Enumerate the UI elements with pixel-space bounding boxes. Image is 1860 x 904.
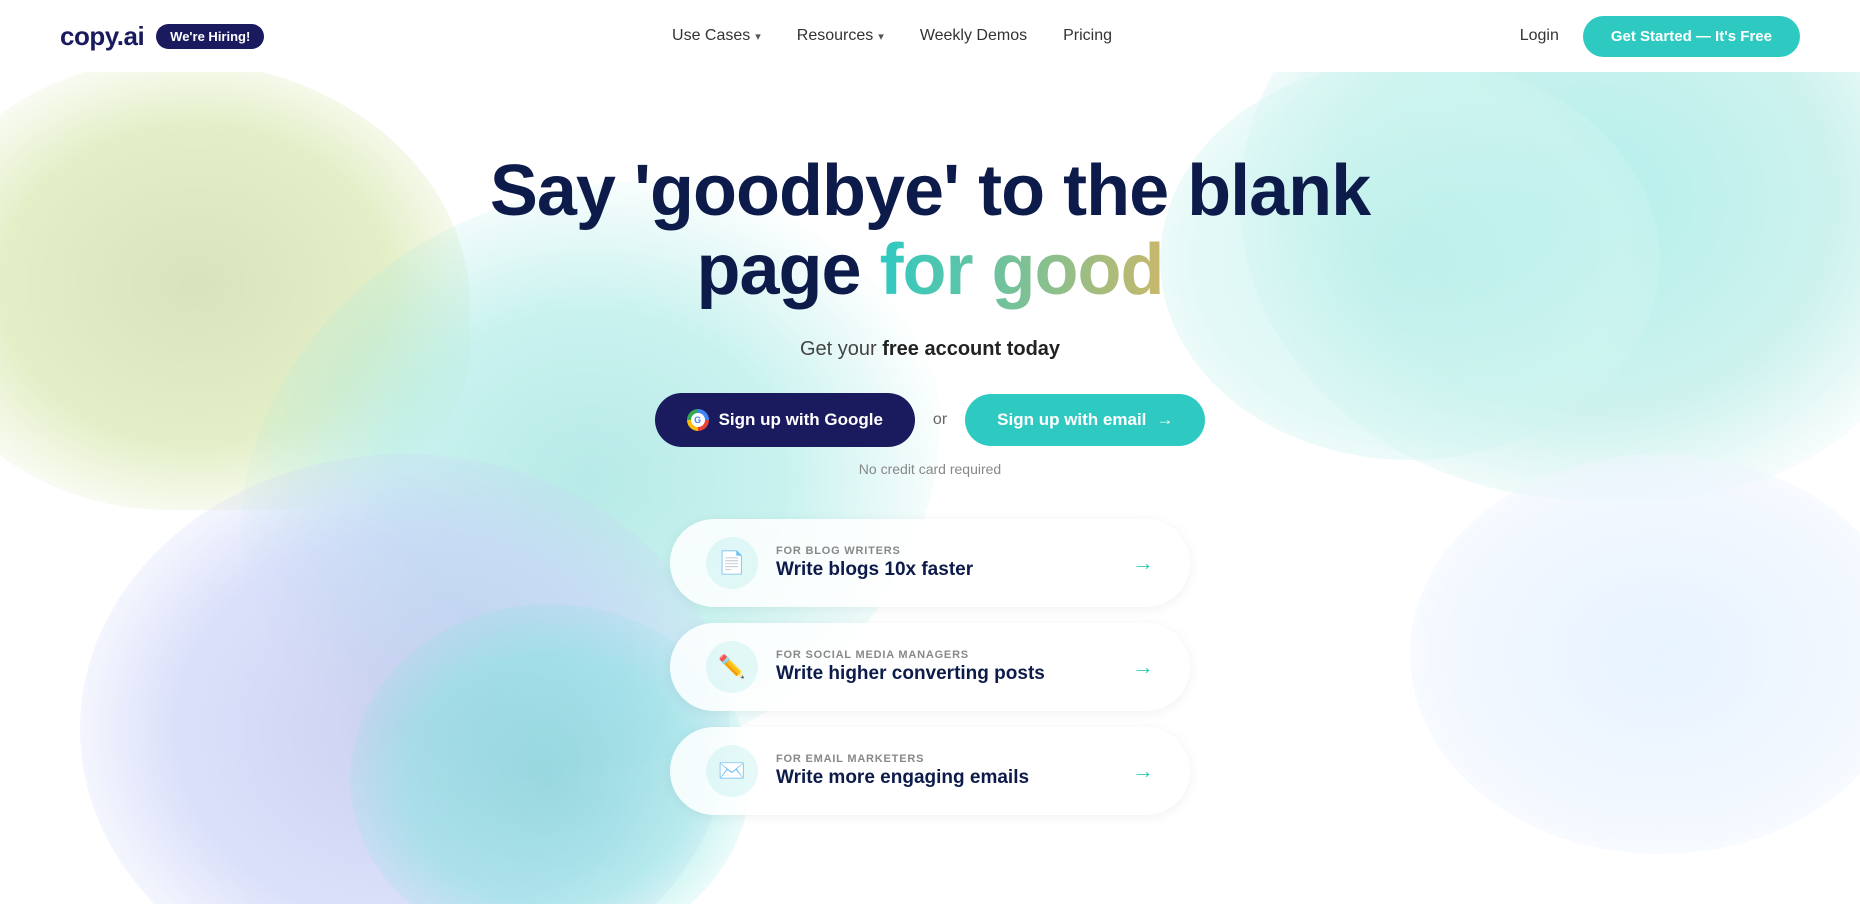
card-left: ✉️ FOR EMAIL MARKETERS Write more engagi…: [706, 745, 1029, 797]
card-email-text: FOR EMAIL MARKETERS Write more engaging …: [776, 753, 1029, 789]
card-social-label: FOR SOCIAL MEDIA MANAGERS: [776, 649, 1045, 661]
card-email-label: FOR EMAIL MARKETERS: [776, 753, 1029, 765]
nav-resources[interactable]: Resources ▾: [797, 27, 884, 45]
card-blog-arrow: →: [1132, 550, 1154, 576]
or-divider: or: [933, 411, 947, 429]
get-started-button[interactable]: Get Started — It's Free: [1583, 16, 1800, 57]
no-credit-text: No credit card required: [859, 461, 1001, 477]
card-blog-text: FOR BLOG WRITERS Write blogs 10x faster: [776, 545, 973, 581]
nav-pricing-label: Pricing: [1063, 27, 1112, 45]
card-left: ✏️ FOR SOCIAL MEDIA MANAGERS Write highe…: [706, 641, 1045, 693]
hero-subtitle: Get your free account today: [800, 338, 1060, 361]
card-left: 📄 FOR BLOG WRITERS Write blogs 10x faste…: [706, 537, 973, 589]
nav-right: Login Get Started — It's Free: [1520, 16, 1800, 57]
chevron-down-icon: ▾: [878, 30, 884, 43]
signup-email-button[interactable]: Sign up with email →: [965, 394, 1205, 446]
hero-title: Say 'goodbye' to the blank page for good: [490, 152, 1370, 310]
hiring-badge[interactable]: We're Hiring!: [156, 24, 264, 49]
nav-weekly-demos[interactable]: Weekly Demos: [920, 27, 1027, 45]
card-email-title: Write more engaging emails: [776, 767, 1029, 789]
blog-icon: 📄: [718, 550, 745, 576]
main-content: Say 'goodbye' to the blank page for good…: [0, 72, 1860, 815]
nav-use-cases-label: Use Cases: [672, 27, 750, 45]
subtitle-bold-text: free account today: [882, 338, 1060, 360]
signup-email-label: Sign up with email: [997, 410, 1146, 430]
nav-resources-label: Resources: [797, 27, 873, 45]
card-social-icon-wrap: ✏️: [706, 641, 758, 693]
cta-row: G Sign up with Google or Sign up with em…: [655, 393, 1206, 447]
card-blog-label: FOR BLOG WRITERS: [776, 545, 973, 557]
nav-use-cases[interactable]: Use Cases ▾: [672, 27, 761, 45]
signup-google-button[interactable]: G Sign up with Google: [655, 393, 915, 447]
card-email-marketers[interactable]: ✉️ FOR EMAIL MARKETERS Write more engagi…: [670, 727, 1190, 815]
card-email-icon-wrap: ✉️: [706, 745, 758, 797]
card-blog-writers[interactable]: 📄 FOR BLOG WRITERS Write blogs 10x faste…: [670, 519, 1190, 607]
card-email-arrow: →: [1132, 758, 1154, 784]
navbar: copy.ai We're Hiring! Use Cases ▾ Resour…: [0, 0, 1860, 72]
subtitle-pre-text: Get your: [800, 338, 882, 360]
hero-title-highlight: for good: [880, 230, 1164, 310]
login-button[interactable]: Login: [1520, 27, 1559, 45]
email-icon: ✉️: [718, 758, 745, 784]
hero-title-line2-start: page: [697, 230, 880, 310]
nav-left: copy.ai We're Hiring!: [60, 21, 264, 52]
signup-google-label: Sign up with Google: [719, 410, 883, 430]
card-social-media[interactable]: ✏️ FOR SOCIAL MEDIA MANAGERS Write highe…: [670, 623, 1190, 711]
card-blog-title: Write blogs 10x faster: [776, 559, 973, 581]
card-social-text: FOR SOCIAL MEDIA MANAGERS Write higher c…: [776, 649, 1045, 685]
social-icon: ✏️: [718, 654, 745, 680]
nav-pricing[interactable]: Pricing: [1063, 27, 1112, 45]
logo: copy.ai: [60, 21, 144, 52]
card-blog-icon-wrap: 📄: [706, 537, 758, 589]
feature-cards: 📄 FOR BLOG WRITERS Write blogs 10x faste…: [0, 519, 1860, 815]
nav-center: Use Cases ▾ Resources ▾ Weekly Demos Pri…: [672, 27, 1112, 45]
google-icon: G: [687, 409, 709, 431]
card-social-arrow: →: [1132, 654, 1154, 680]
arrow-right-icon: →: [1156, 410, 1173, 430]
nav-weekly-demos-label: Weekly Demos: [920, 27, 1027, 45]
hero-title-line1: Say 'goodbye' to the blank: [490, 151, 1370, 231]
google-icon-inner: G: [691, 413, 705, 427]
chevron-down-icon: ▾: [755, 30, 761, 43]
card-social-title: Write higher converting posts: [776, 663, 1045, 685]
